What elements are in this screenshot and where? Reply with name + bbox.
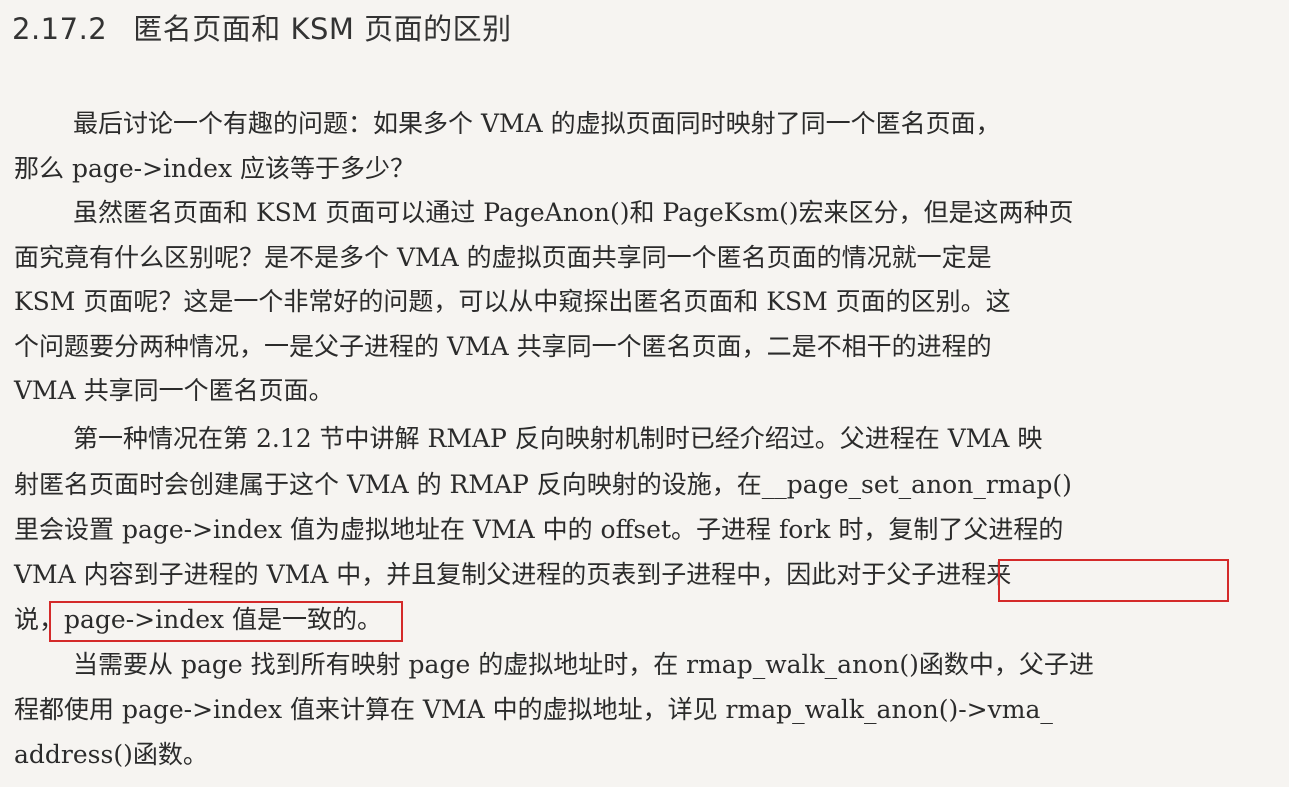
text-line: 最后讨论一个有趣的问题：如果多个 VMA 的虚拟页面同时映射了同一个匿名页面， [73,109,1001,138]
highlight-box [998,559,1229,602]
text-line: VMA 共享同一个匿名页面。 [14,376,334,405]
text-line: address()函数。 [14,740,208,769]
text-line: 第一种情况在第 2.12 节中讲解 RMAP 反向映射机制时已经介绍过。父进程在… [73,424,1043,453]
text-line: 个问题要分两种情况，一是父子进程的 VMA 共享同一个匿名页面，二是不相干的进程… [14,332,992,361]
text-line: 虽然匿名页面和 KSM 页面可以通过 PageAnon()和 PageKsm()… [73,198,1074,227]
text-line: 面究竟有什么区别呢？是不是多个 VMA 的虚拟页面共享同一个匿名页面的情况就一定… [14,243,992,272]
text-line: 射匿名页面时会创建属于这个 VMA 的 RMAP 反向映射的设施，在__page… [14,470,1072,499]
text-line: 那么 page->index 应该等于多少？ [14,154,415,183]
section-number: 2.17.2 [12,12,108,46]
section-heading: 2.17.2 匿名页面和 KSM 页面的区别 [12,6,512,48]
section-title: 匿名页面和 KSM 页面的区别 [133,12,512,46]
text-line: 当需要从 page 找到所有映射 page 的虚拟地址时，在 rmap_walk… [73,650,1094,679]
highlight-box [49,601,403,642]
text-line: KSM 页面呢？这是一个非常好的问题，可以从中窥探出匿名页面和 KSM 页面的区… [14,287,1011,316]
text-line: 里会设置 page->index 值为虚拟地址在 VMA 中的 offset。子… [14,515,1064,544]
text-line: 程都使用 page->index 值来计算在 VMA 中的虚拟地址，详见 rma… [14,695,1053,724]
